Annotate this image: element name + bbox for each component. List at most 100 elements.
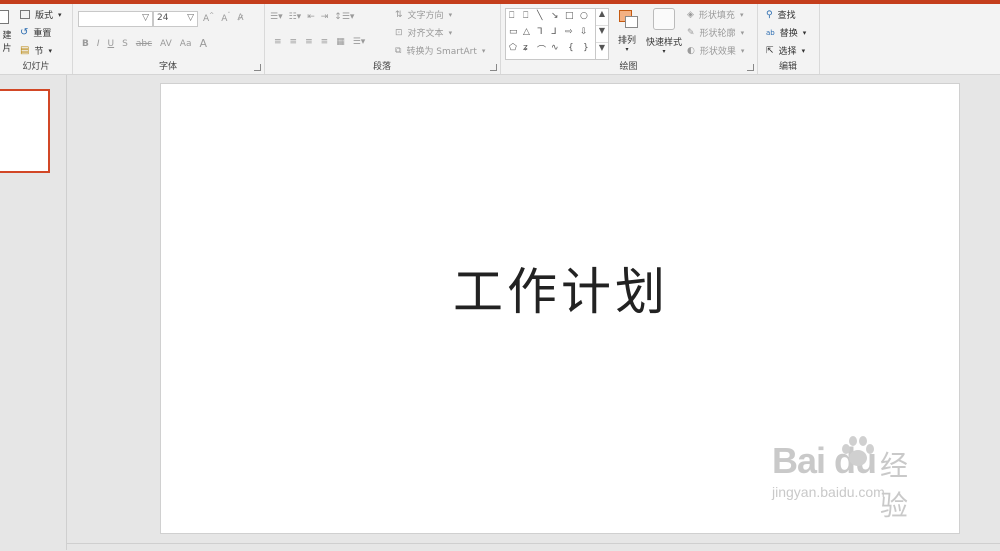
bullets-icon[interactable]: ☰▾ xyxy=(270,12,283,22)
paw-icon xyxy=(842,436,874,466)
slides-group-label: 幻灯片 xyxy=(22,62,50,72)
char-spacing-button[interactable]: AV xyxy=(160,39,172,49)
line-spacing-icon[interactable]: ↕☰▾ xyxy=(334,12,354,22)
shape-outline-button[interactable]: ✎ 形状轮廓 ▾ xyxy=(687,26,744,40)
font-name-combo[interactable]: ▽ xyxy=(78,11,153,27)
right-arrow-shape-icon[interactable]: ⇨ xyxy=(565,27,573,37)
slide-title-text[interactable]: 工作计划 xyxy=(161,252,959,324)
font-size-combo[interactable]: 24 ▽ xyxy=(153,11,198,27)
new-slide-label-2: 片 xyxy=(2,44,12,54)
new-slide-icon xyxy=(0,10,9,24)
triangle-shape-icon[interactable]: △ xyxy=(523,27,530,37)
pen-icon: ✎ xyxy=(687,27,695,38)
chevron-down-icon: ▽ xyxy=(142,13,149,23)
distributed-icon[interactable]: ▦ xyxy=(336,37,345,47)
replace-label: 替换 xyxy=(779,29,798,39)
find-button[interactable]: ⚲ 查找 xyxy=(766,8,796,22)
more-icon[interactable]: ▼ xyxy=(596,43,608,59)
arc-shape-icon[interactable]: ⌒ xyxy=(537,43,546,56)
freeform-shape-icon[interactable]: ⬠ xyxy=(509,43,517,53)
increase-indent-icon[interactable]: ⇥ xyxy=(321,12,329,22)
font-color-button[interactable]: A xyxy=(199,37,207,50)
smartart-label: 转换为 SmartArt xyxy=(406,47,477,57)
down-arrow-shape-icon[interactable]: ⇩ xyxy=(580,27,588,37)
arrange-button[interactable]: 排列 ▾ xyxy=(614,8,640,53)
columns-icon[interactable]: ☰▾ xyxy=(353,37,366,47)
watermark-cn: 经验 xyxy=(880,449,909,522)
new-slide-button[interactable]: 建 片 xyxy=(0,10,14,54)
change-case-button[interactable]: Aa xyxy=(180,39,192,49)
slide-thumbnail[interactable] xyxy=(0,89,50,173)
brace-right-shape-icon[interactable]: } xyxy=(583,43,589,53)
cursor-icon: ⇱ xyxy=(766,45,774,56)
shrink-font-icon[interactable]: Aˇ xyxy=(221,12,230,24)
underline-button[interactable]: U xyxy=(108,39,115,49)
line-shape-icon[interactable]: ╲ xyxy=(537,11,542,21)
ribbon: 建 片 版式▾ ↺ 重置 ▤ 节▾ 幻灯片 ▽ 24 ▽ A^ Aˇ A̷ xyxy=(0,4,1000,75)
scribble-shape-icon[interactable]: ʑ xyxy=(523,43,528,53)
reset-icon: ↺ xyxy=(20,26,29,38)
arrange-icon xyxy=(617,8,638,28)
align-left-icon[interactable]: ≡ xyxy=(274,37,282,47)
brace-left-shape-icon[interactable]: { xyxy=(568,43,574,53)
gallery-scroll[interactable]: ▲ ▼ ▼ xyxy=(595,9,608,59)
curve-shape-icon[interactable]: ∿ xyxy=(551,43,559,53)
shape-fill-button[interactable]: ◈ 形状填充 ▾ xyxy=(687,8,743,22)
arrow-line-shape-icon[interactable]: ↘ xyxy=(551,11,559,21)
align-text-icon: ⊡ xyxy=(395,27,403,38)
smartart-icon: ⧉ xyxy=(395,45,402,56)
bold-button[interactable]: B xyxy=(82,39,89,49)
rectangle-shape-icon[interactable]: □ xyxy=(565,11,574,21)
clear-format-icon[interactable]: A̷ xyxy=(237,13,243,23)
chevron-up-icon[interactable]: ▲ xyxy=(596,9,608,26)
section-button[interactable]: ▤ 节 ▾ xyxy=(20,44,52,58)
slide-thumbnail-pane[interactable] xyxy=(0,75,67,550)
paint-bucket-icon: ◈ xyxy=(687,9,694,20)
find-label: 查找 xyxy=(777,11,796,21)
layout-button[interactable]: 版式 ▾ xyxy=(20,8,62,21)
align-right-icon[interactable]: ≡ xyxy=(305,37,313,47)
italic-button[interactable]: I xyxy=(97,39,100,49)
quick-styles-label: 快速样式 xyxy=(645,38,682,48)
layout-label: 版式 xyxy=(35,11,54,21)
smartart-button[interactable]: ⧉ 转换为 SmartArt ▾ xyxy=(395,44,485,58)
strikethrough-button[interactable]: abc xyxy=(136,39,152,49)
watermark-url: jingyan.baidu.com xyxy=(772,484,885,500)
paragraph-group-label: 段落 xyxy=(372,62,391,72)
dialog-launcher-icon[interactable] xyxy=(254,64,261,71)
font-group: ▽ 24 ▽ A^ Aˇ A̷ B I U S abc AV Aa A 字体 xyxy=(72,4,265,74)
decrease-indent-icon[interactable]: ⇤ xyxy=(307,12,315,22)
new-slide-label-1: 建 xyxy=(2,31,12,41)
justify-icon[interactable]: ≡ xyxy=(321,37,329,47)
section-icon: ▤ xyxy=(20,44,30,56)
replace-button[interactable]: ab 替换 ▾ xyxy=(766,26,806,40)
shadow-button[interactable]: S xyxy=(122,39,128,49)
select-button[interactable]: ⇱ 选择 ▾ xyxy=(766,44,805,58)
elbow-arrow-shape-icon[interactable]: ᒧ xyxy=(551,27,557,37)
numbering-icon[interactable]: ☷▾ xyxy=(289,12,302,22)
editing-group-label: 编辑 xyxy=(778,62,797,72)
vtextbox-shape-icon[interactable]: ⎕ xyxy=(523,11,528,21)
grow-font-icon[interactable]: A^ xyxy=(203,12,214,24)
layout-icon xyxy=(20,10,30,19)
font-size-value: 24 xyxy=(157,13,169,23)
shape-effects-label: 形状效果 xyxy=(699,47,736,57)
text-direction-label: 文字方向 xyxy=(407,11,444,21)
dialog-launcher-icon[interactable] xyxy=(490,64,497,71)
textbox-shape-icon[interactable]: ⎕ xyxy=(509,11,514,21)
align-text-button[interactable]: ⊡ 对齐文本 ▾ xyxy=(395,26,452,40)
oval-shape-icon[interactable]: ○ xyxy=(580,11,588,21)
text-direction-button[interactable]: ⇅ 文字方向 ▾ xyxy=(395,8,452,22)
dialog-launcher-icon[interactable] xyxy=(747,64,754,71)
rounded-rect-shape-icon[interactable]: ▭ xyxy=(509,27,518,37)
effects-icon: ◐ xyxy=(687,45,695,56)
editing-group: ⚲ 查找 ab 替换 ▾ ⇱ 选择 ▾ 编辑 xyxy=(757,4,820,74)
elbow-shape-icon[interactable]: ᒣ xyxy=(537,27,543,37)
align-center-icon[interactable]: ≡ xyxy=(290,37,298,47)
shapes-gallery[interactable]: ⎕ ⎕ ╲ ↘ □ ○ ▭ △ ᒣ ᒧ ⇨ ⇩ ⬠ ʑ ⌒ ∿ { } ▲ ▼ … xyxy=(505,8,609,60)
shape-effects-button[interactable]: ◐ 形状效果 ▾ xyxy=(687,44,744,58)
quick-styles-button[interactable]: 快速样式 ▾ xyxy=(644,8,684,55)
shape-fill-label: 形状填充 xyxy=(698,11,735,21)
chevron-down-icon[interactable]: ▼ xyxy=(596,26,608,43)
reset-button[interactable]: ↺ 重置 xyxy=(20,26,51,40)
